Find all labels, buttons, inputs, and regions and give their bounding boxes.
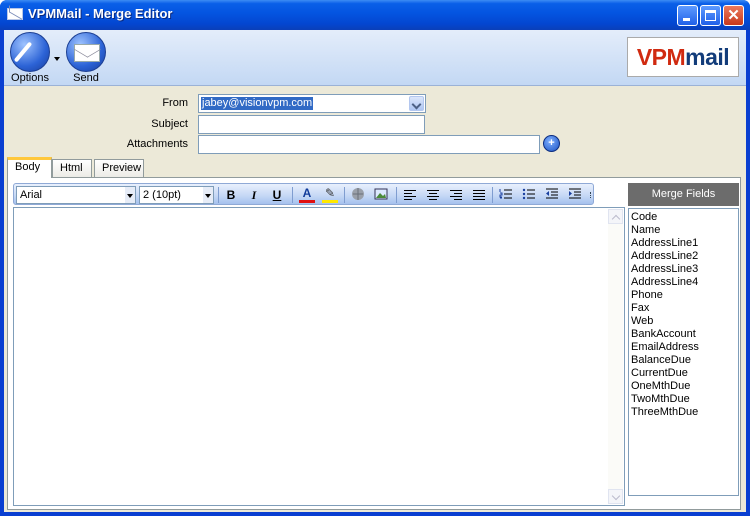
numbered-list-icon[interactable] [498,187,514,203]
send-label: Send [73,72,99,84]
italic-button[interactable]: I [246,187,262,203]
separator [344,187,345,203]
maximize-icon [705,10,716,21]
format-toolbar: Arial 2 (10pt) B I U A ✎ [13,183,594,205]
merge-field-item[interactable]: CurrentDue [631,367,688,380]
separator [218,187,219,203]
merge-field-item[interactable]: AddressLine2 [631,250,698,263]
merge-field-item[interactable]: AddressLine4 [631,276,698,289]
tab-html[interactable]: Html [52,159,92,177]
indent-icon[interactable] [567,187,583,203]
merge-field-item[interactable]: Fax [631,302,649,315]
add-attachment-button[interactable]: + [543,135,560,152]
highlight-button[interactable]: ✎ [322,187,338,203]
merge-field-item[interactable]: Phone [631,289,663,302]
options-icon [10,32,50,72]
align-right-icon[interactable] [448,187,464,203]
separator [492,187,493,203]
options-dropdown-icon[interactable] [54,57,60,61]
merge-field-item[interactable]: AddressLine1 [631,237,698,250]
merge-field-item[interactable]: AddressLine3 [631,263,698,276]
body-editor[interactable] [13,207,625,506]
body-panel: Arial 2 (10pt) B I U A ✎ Merge Fields Co… [7,177,741,510]
options-button[interactable]: Options [10,30,62,86]
vpmmail-logo: VPMmail [627,37,739,77]
ribbon-toolbar: Options Send VPMmail [4,30,746,86]
tab-preview[interactable]: Preview [94,159,144,177]
title-bar[interactable]: VPMMail - Merge Editor ✕ [0,0,750,30]
attachments-input[interactable] [198,135,540,154]
tab-body[interactable]: Body [7,157,52,178]
subject-input[interactable] [198,115,425,134]
underline-button[interactable]: U [269,187,285,203]
merge-field-item[interactable]: EmailAddress [631,341,699,354]
maximize-button[interactable] [700,5,721,26]
from-value: jabey@visionvpm.com [201,97,314,110]
insert-image-icon[interactable] [373,187,389,203]
from-select[interactable]: jabey@visionvpm.com [198,94,426,113]
merge-field-item[interactable]: Name [631,224,660,237]
close-button[interactable]: ✕ [723,5,744,26]
bullet-list-icon[interactable] [521,187,537,203]
scroll-down-icon[interactable] [608,489,623,504]
merge-field-item[interactable]: OneMthDue [631,380,690,393]
separator [396,187,397,203]
bold-button[interactable]: B [223,187,239,203]
merge-fields-list[interactable]: Code Name AddressLine1 AddressLine2 AddressL… [628,208,739,496]
chevron-down-icon[interactable] [203,187,213,203]
merge-field-item[interactable]: TwoMthDue [631,393,690,406]
align-center-icon[interactable] [425,187,441,203]
send-button[interactable]: Send [66,30,108,86]
merge-field-item[interactable]: Code [631,211,657,224]
toolbar-grip[interactable] [588,192,591,198]
chevron-down-icon[interactable] [125,187,135,203]
chevron-down-icon[interactable] [409,96,424,111]
client-area: Options Send VPMmail From jabey@visionvp… [4,30,746,512]
merge-field-item[interactable]: BankAccount [631,328,696,341]
minimize-button[interactable] [677,5,698,26]
attachments-label: Attachments [126,138,188,150]
merge-fields-header: Merge Fields [628,183,739,206]
merge-field-item[interactable]: BalanceDue [631,354,691,367]
window-title: VPMMail - Merge Editor [28,6,173,21]
merge-field-item[interactable]: Web [631,315,653,328]
font-select[interactable]: Arial [16,186,136,204]
options-label: Options [11,72,49,84]
separator [292,187,293,203]
scroll-up-icon[interactable] [608,209,623,224]
justify-icon[interactable] [471,187,487,203]
from-label: From [162,97,188,109]
close-icon: ✕ [727,7,740,24]
hyperlink-icon[interactable] [350,187,366,203]
send-icon [66,32,106,72]
font-color-button[interactable]: A [299,187,315,203]
editor-scrollbar[interactable] [608,209,623,504]
subject-label: Subject [151,118,188,130]
align-left-icon[interactable] [402,187,418,203]
minimize-icon [683,18,690,21]
merge-field-item[interactable]: ThreeMthDue [631,406,698,419]
envelope-icon [7,8,23,20]
outdent-icon[interactable] [544,187,560,203]
font-size-select[interactable]: 2 (10pt) [139,186,214,204]
app-window: VPMMail - Merge Editor ✕ Options Send VP… [0,0,750,516]
